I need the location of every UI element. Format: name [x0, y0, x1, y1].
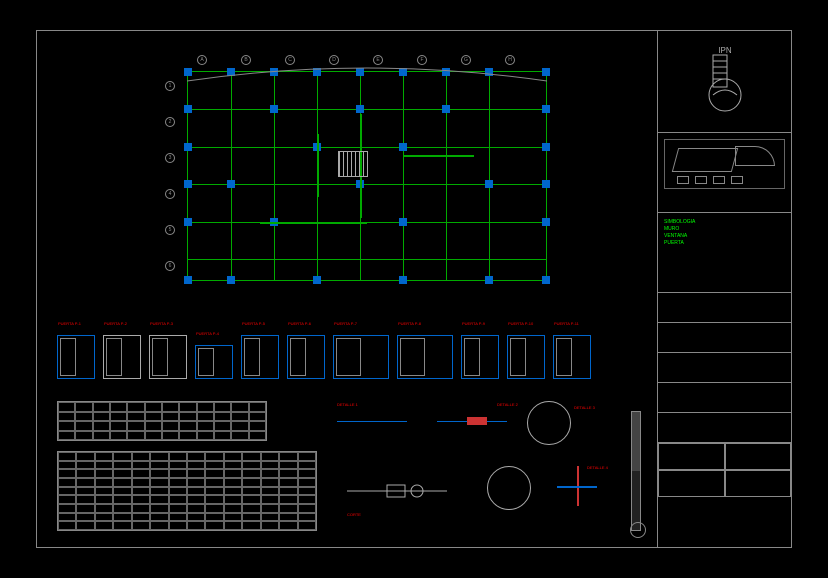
door-elevation: PUERTA P-11 — [553, 335, 591, 379]
door-elevation: PUERTA P-8 — [397, 335, 453, 379]
door-schedule-row: PUERTA P-1 PUERTA P-2 PUERTA P-3 PUERTA … — [57, 319, 637, 379]
ipn-logo-icon: IPN — [695, 47, 755, 117]
stair-icon — [338, 151, 368, 177]
door-elevation: PUERTA P-1 — [57, 335, 95, 379]
detail-bubble — [487, 466, 531, 510]
drawing-area[interactable]: A B C D E F G H 1 2 3 4 5 6 — [37, 31, 657, 547]
title-field — [658, 383, 791, 413]
grid-bubble: 3 — [165, 153, 175, 163]
door-elevation: PUERTA P-6 — [287, 335, 325, 379]
door-elevation: PUERTA P-5 — [241, 335, 279, 379]
grid-bubble: 6 — [165, 261, 175, 271]
location-map — [658, 133, 791, 213]
institution-logo: IPN — [658, 31, 791, 133]
section-detail-icon — [347, 471, 457, 511]
detail-bubble: DETALLE 3 — [527, 401, 571, 445]
svg-text:IPN: IPN — [718, 47, 732, 55]
roof-arc — [187, 63, 547, 83]
title-field — [658, 353, 791, 383]
door-elevation: PUERTA P-3 — [149, 335, 187, 379]
door-schedule-table — [57, 401, 267, 441]
title-field — [658, 293, 791, 323]
door-elevation: PUERTA P-9 — [461, 335, 499, 379]
plan-outline — [187, 71, 547, 281]
grid-bubble: 2 — [165, 117, 175, 127]
window-schedule-table — [57, 451, 317, 531]
grid-bubble: 1 — [165, 81, 175, 91]
title-block: IPN SIMBOLOGIA MURO VENTANA PUERTA — [657, 31, 791, 547]
scale-bar — [631, 411, 641, 531]
legend-block: SIMBOLOGIA MURO VENTANA PUERTA — [658, 213, 791, 293]
door-elevation: PUERTA P-10 — [507, 335, 545, 379]
grid-bubble: 5 — [165, 225, 175, 235]
floor-plan[interactable]: A B C D E F G H 1 2 3 4 5 6 — [157, 51, 557, 291]
door-elevation: PUERTA P-7 — [333, 335, 389, 379]
title-field — [658, 323, 791, 353]
door-elevation: PUERTA P-2 — [103, 335, 141, 379]
drawing-sheet: A B C D E F G H 1 2 3 4 5 6 — [36, 30, 792, 548]
detail-section: DETALLE 1 DETALLE 2 DETALLE 3 CORTE DETA… — [337, 411, 657, 541]
door-elevation: PUERTA P-4 — [195, 345, 233, 379]
title-field — [658, 413, 791, 443]
schedule-tables — [57, 401, 317, 541]
title-block-grid — [658, 443, 791, 497]
grid-bubble: 4 — [165, 189, 175, 199]
